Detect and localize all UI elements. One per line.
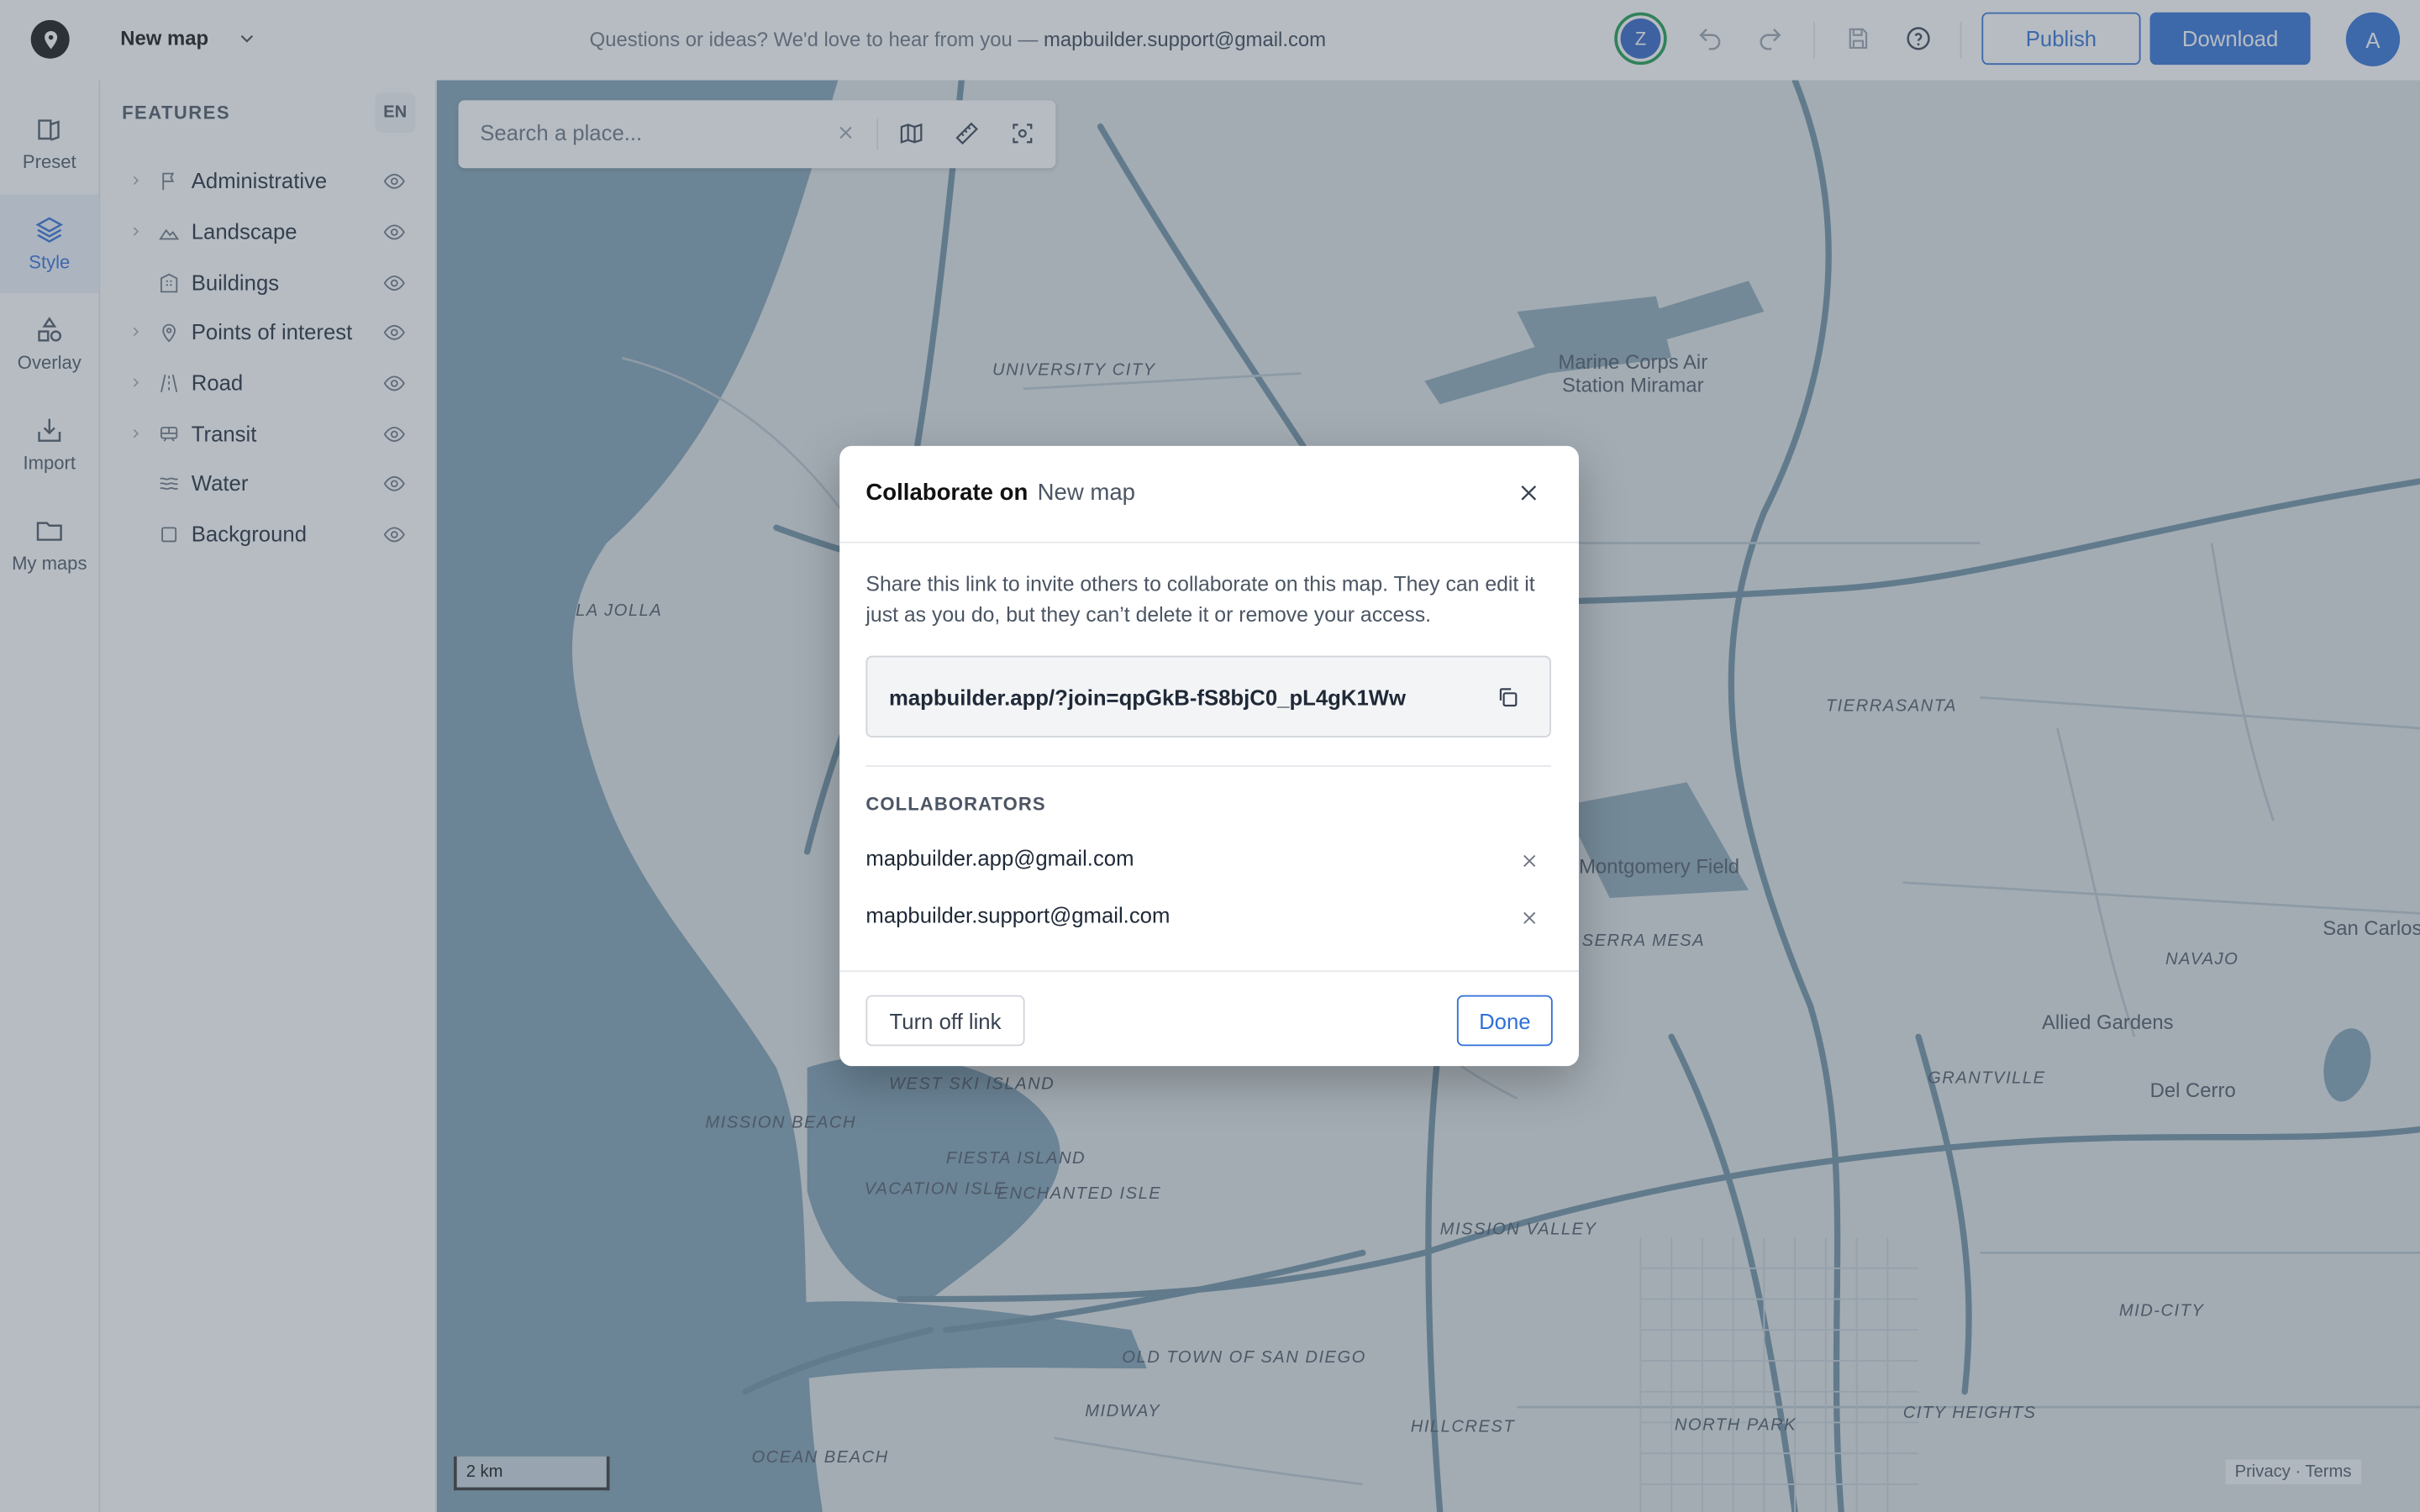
collaborator-email: mapbuilder.support@gmail.com — [865, 902, 1171, 927]
dialog-map-name: New map — [1037, 480, 1136, 507]
collaborator-row: mapbuilder.support@gmail.com — [865, 902, 1551, 939]
dialog-footer: Turn off link Done — [839, 970, 1579, 1068]
close-icon[interactable] — [1518, 481, 1541, 505]
share-link[interactable]: mapbuilder.app/?join=qpGkB-fS8bjC0_pL4gK… — [889, 685, 1406, 710]
turn-off-link-button[interactable]: Turn off link — [865, 995, 1025, 1047]
remove-collaborator-icon[interactable] — [1520, 852, 1539, 870]
dialog-divider — [865, 765, 1551, 767]
collaborator-email: mapbuilder.app@gmail.com — [865, 845, 1134, 870]
dialog-title-text: Collaborate on — [865, 480, 1028, 507]
collaborator-row: mapbuilder.app@gmail.com — [865, 846, 1551, 883]
dialog-description: Share this link to invite others to coll… — [865, 572, 1535, 627]
collaborate-dialog: Collaborate on New map Share this link t… — [839, 445, 1579, 1068]
copy-icon[interactable] — [1496, 685, 1520, 710]
collaborators-heading: COLLABORATORS — [865, 793, 1046, 815]
share-link-box[interactable]: mapbuilder.app/?join=qpGkB-fS8bjC0_pL4gK… — [865, 655, 1551, 738]
remove-collaborator-icon[interactable] — [1520, 909, 1539, 927]
dialog-header: Collaborate on New map — [839, 446, 1579, 543]
done-button[interactable]: Done — [1456, 995, 1553, 1047]
dialog-title: Collaborate on New map — [865, 480, 1135, 506]
